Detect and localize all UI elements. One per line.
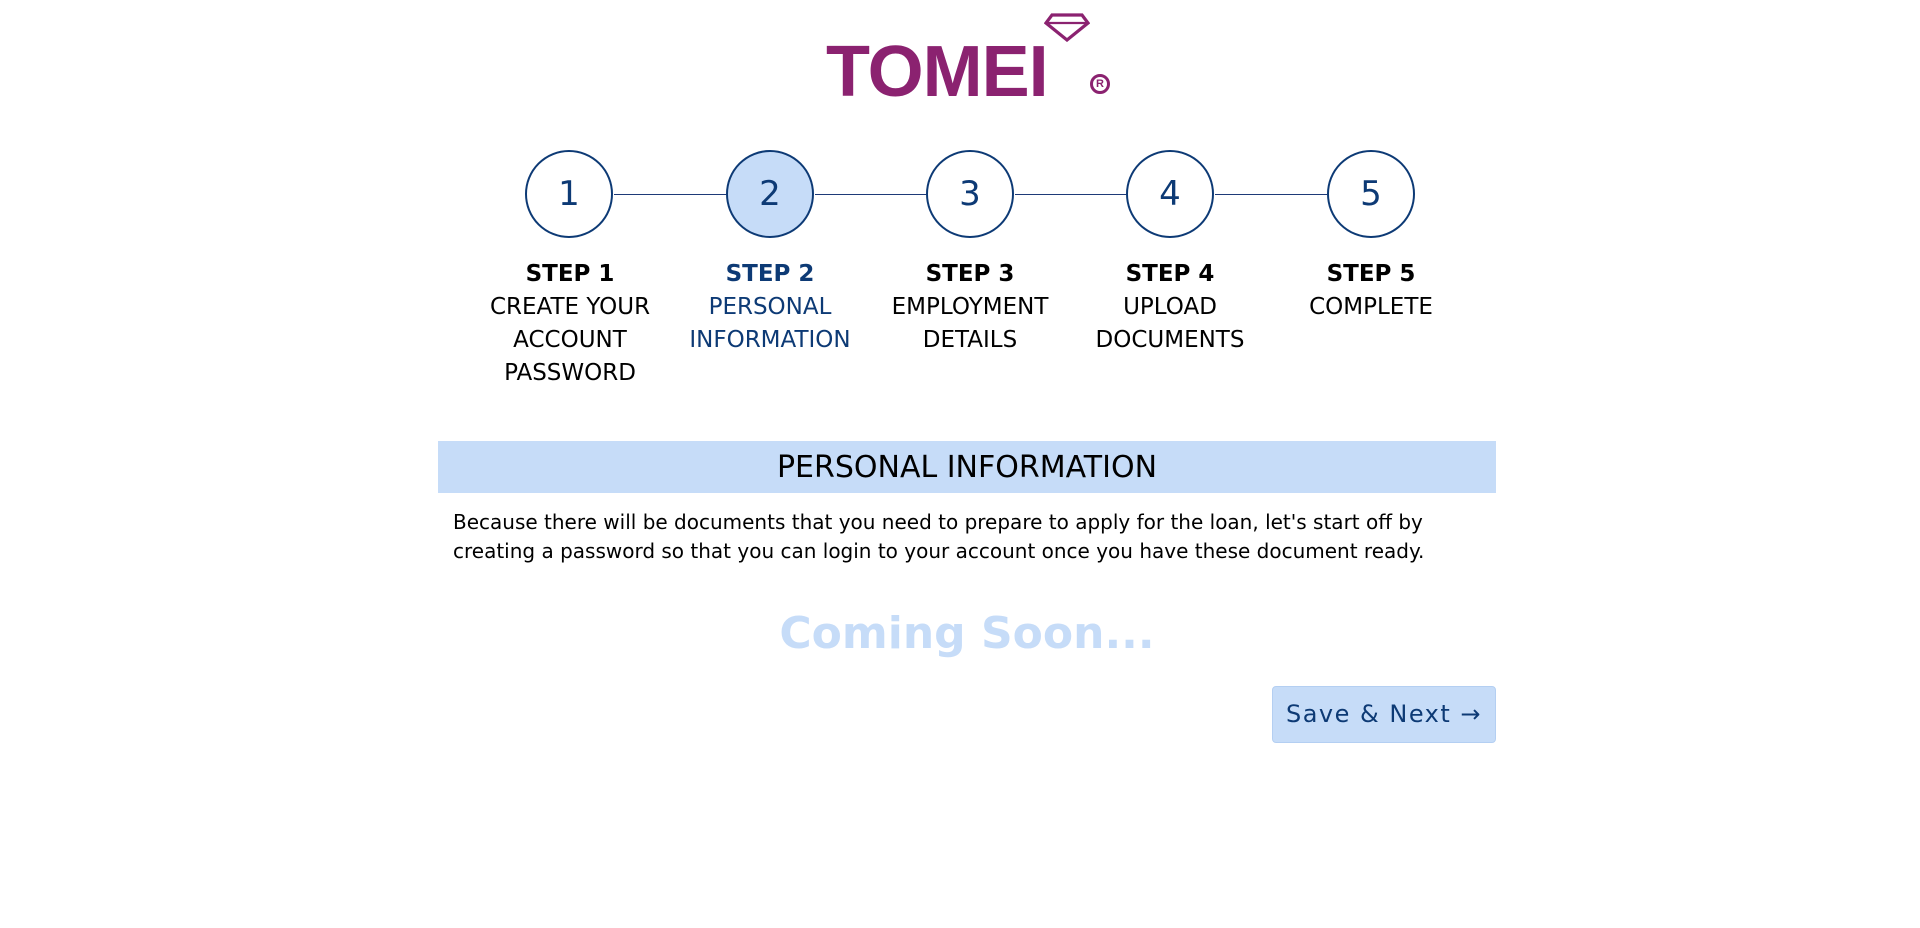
step-connector xyxy=(1015,194,1126,195)
save-next-button[interactable]: Save & Next → xyxy=(1272,686,1496,743)
step-4-name: UPLOAD DOCUMENTS xyxy=(1095,294,1245,353)
progress-stepper: 1 2 3 4 5 STEP 1 CREATE YOUR ACCOUNT PAS… xyxy=(0,0,1920,400)
step-5-circle[interactable]: 5 xyxy=(1327,150,1415,238)
step-5-label[interactable]: STEP 5 COMPLETE xyxy=(1271,258,1471,324)
step-4-label[interactable]: STEP 4 UPLOAD DOCUMENTS xyxy=(1070,258,1270,357)
step-connector xyxy=(614,194,726,195)
step-3-name: EMPLOYMENT DETAILS xyxy=(891,294,1049,353)
step-4-circle[interactable]: 4 xyxy=(1126,150,1214,238)
section-title: PERSONAL INFORMATION xyxy=(438,441,1496,493)
section-description: Because there will be documents that you… xyxy=(453,510,1425,563)
step-5-title: STEP 5 xyxy=(1326,261,1416,287)
step-4-title: STEP 4 xyxy=(1125,261,1215,287)
step-1-label[interactable]: STEP 1 CREATE YOUR ACCOUNT PASSWORD xyxy=(470,258,670,390)
step-1-circle[interactable]: 1 xyxy=(525,150,613,238)
step-2-title: STEP 2 xyxy=(725,261,815,287)
step-connector xyxy=(1215,194,1327,195)
step-5-name: COMPLETE xyxy=(1309,294,1433,320)
step-1-title: STEP 1 xyxy=(525,261,615,287)
page: TOMEI R 1 2 3 4 5 STEP 1 CREATE YOUR ACC… xyxy=(0,0,1920,928)
coming-soon-placeholder: Coming Soon... xyxy=(779,608,1155,659)
step-2-label[interactable]: STEP 2 PERSONAL INFORMATION xyxy=(670,258,870,357)
step-connector xyxy=(815,194,926,195)
step-3-circle[interactable]: 3 xyxy=(926,150,1014,238)
step-3-label[interactable]: STEP 3 EMPLOYMENT DETAILS xyxy=(870,258,1070,357)
step-1-name: CREATE YOUR ACCOUNT PASSWORD xyxy=(489,294,651,386)
step-2-circle[interactable]: 2 xyxy=(726,150,814,238)
step-2-name: PERSONAL INFORMATION xyxy=(689,294,851,353)
step-3-title: STEP 3 xyxy=(925,261,1015,287)
